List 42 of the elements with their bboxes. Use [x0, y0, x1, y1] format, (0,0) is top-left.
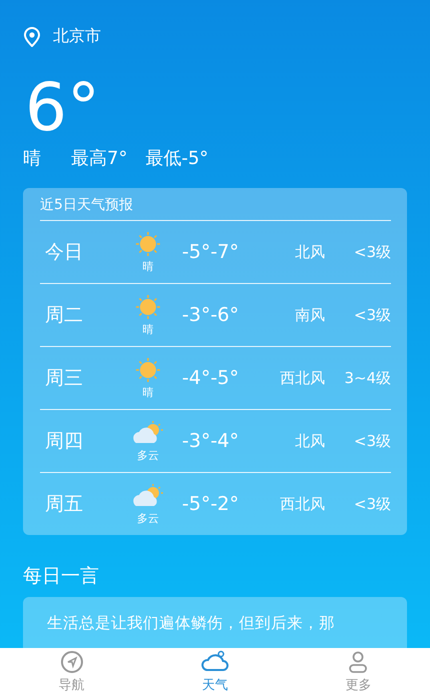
- forecast-condition: 多云: [137, 511, 159, 526]
- wind-direction: 南风: [294, 306, 326, 324]
- forecast-day: 周三: [40, 365, 118, 391]
- high-temperature: 最高7°: [71, 147, 128, 170]
- nav-tab[interactable]: 导航: [26, 650, 117, 694]
- wind-level: <3级: [352, 306, 391, 324]
- forecast-temperature: -3°-6°: [181, 304, 240, 326]
- forecast-day: 今日: [40, 239, 118, 265]
- forecast-temperature: -5°-2°: [181, 493, 240, 515]
- wind-level: 3~4级: [343, 368, 391, 388]
- city-name: 北京市: [53, 26, 101, 47]
- location-pin-icon: [23, 26, 41, 46]
- forecast-temperature: -3°-4°: [181, 430, 240, 452]
- forecast-day: 周四: [40, 428, 118, 454]
- forecast-temperature: -4°-5°: [181, 367, 240, 389]
- quote-text: 生活总是让我们遍体鳞伤，但到后来，那: [47, 614, 335, 632]
- wind-direction: 西北风: [279, 494, 326, 514]
- wind-level: <3级: [352, 432, 391, 450]
- forecast-condition: 晴: [142, 385, 154, 400]
- forecast-condition: 多云: [137, 448, 159, 463]
- forecast-condition: 晴: [142, 259, 154, 274]
- wind-direction: 西北风: [279, 368, 326, 388]
- forecast-day: 周五: [40, 491, 118, 517]
- sun-icon: [134, 293, 162, 321]
- forecast-title: 近5日天气预报: [40, 188, 391, 221]
- sun-icon: [134, 356, 162, 384]
- sun-icon: [134, 230, 162, 258]
- quote-title: 每日一言: [23, 564, 100, 589]
- wind-direction: 北风: [294, 242, 326, 262]
- nav-tab[interactable]: 更多: [313, 650, 404, 694]
- cloud-icon: [200, 650, 229, 674]
- wind-level: <3级: [352, 494, 391, 514]
- current-temperature: 6°: [25, 75, 101, 141]
- navigation-icon: [60, 650, 84, 674]
- wind-direction: 北风: [294, 432, 326, 450]
- low-temperature: 最低-5°: [145, 147, 208, 170]
- nav-tab[interactable]: 天气: [170, 650, 260, 694]
- weather-condition: 晴: [23, 147, 41, 170]
- forecast-day: 周二: [40, 302, 118, 328]
- forecast-condition: 晴: [142, 322, 154, 337]
- wind-level: <3级: [352, 242, 391, 262]
- forecast-temperature: -5°-7°: [181, 241, 240, 263]
